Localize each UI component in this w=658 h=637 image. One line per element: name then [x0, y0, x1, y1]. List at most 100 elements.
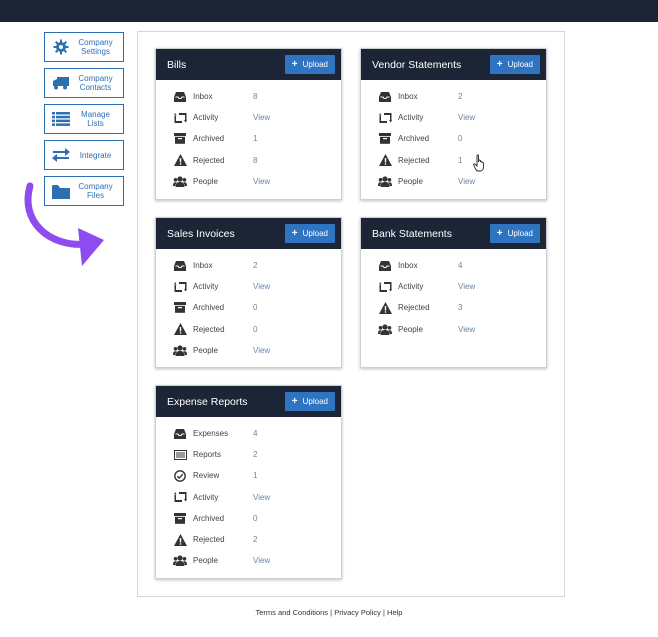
archive-icon — [173, 511, 187, 525]
row-value-link[interactable]: 0 — [458, 134, 462, 143]
card-rows: Inbox 4 Activity View Rejected 3 People View — [361, 249, 546, 346]
retweet-icon — [378, 111, 392, 125]
warning-icon — [173, 322, 187, 336]
card-bills: Bills + Upload Inbox 8 Activity View Archived… — [155, 48, 342, 200]
retweet-icon — [378, 280, 392, 294]
sidebar-item-label: Company Settings — [78, 38, 113, 56]
card-row-activity: Activity View — [156, 107, 341, 128]
row-value-link[interactable]: View — [458, 177, 475, 186]
upload-label: Upload — [302, 60, 328, 69]
row-label: Inbox — [193, 92, 213, 102]
people-icon — [173, 174, 187, 188]
plus-icon: + — [291, 228, 298, 239]
row-value-link[interactable]: View — [253, 113, 270, 122]
row-label: Archived — [398, 134, 430, 144]
row-label: Inbox — [193, 261, 213, 271]
card-row-inbox: Inbox 2 — [361, 86, 546, 107]
row-value-link[interactable]: View — [458, 282, 475, 291]
row-label: Archived — [193, 134, 225, 144]
curved-arrow-icon — [24, 182, 104, 266]
footer: Terms and Conditions | Privacy Policy | … — [0, 608, 658, 617]
plus-icon: + — [291, 396, 298, 407]
card-sales-invoices: Sales Invoices + Upload Inbox 2 Activity Vie… — [155, 217, 342, 368]
row-value-link[interactable]: View — [458, 325, 475, 334]
row-label: Inbox — [398, 261, 418, 271]
row-value-link[interactable]: 3 — [458, 303, 462, 312]
row-value-link[interactable]: 2 — [253, 261, 257, 270]
row-value-link[interactable]: View — [458, 113, 475, 122]
card-row-inbox: Inbox 4 — [361, 255, 546, 276]
footer-separator: | — [330, 608, 333, 617]
card-header: Vendor Statements + Upload — [361, 49, 546, 80]
card-title: Bank Statements — [372, 227, 452, 240]
hand-cursor-icon — [473, 154, 484, 172]
row-value-link[interactable]: 1 — [458, 156, 462, 165]
row-value-link[interactable]: 4 — [458, 261, 462, 270]
row-value-link[interactable]: 1 — [253, 134, 257, 143]
row-label: Archived — [193, 513, 225, 523]
card-row-people: People View — [156, 550, 341, 571]
inbox-icon — [173, 259, 187, 273]
card-row-people: People View — [156, 340, 341, 361]
row-value-link[interactable]: 0 — [253, 303, 257, 312]
card-expense-reports: Expense Reports + Upload Expenses 4 Reports… — [155, 385, 342, 579]
terms-link[interactable]: Terms and Conditions — [256, 608, 329, 617]
help-link[interactable]: Help — [387, 608, 402, 617]
upload-label: Upload — [302, 397, 328, 406]
inbox-icon — [173, 427, 187, 441]
row-label: Activity — [193, 282, 219, 292]
row-value-link[interactable]: 8 — [253, 156, 257, 165]
warning-icon — [378, 301, 392, 315]
upload-button[interactable]: + Upload — [284, 392, 335, 411]
card-row-archived: Archived 0 — [361, 128, 546, 149]
card-header: Bank Statements + Upload — [361, 218, 546, 249]
people-icon — [378, 322, 392, 336]
list-box-icon — [173, 448, 187, 462]
archive-icon — [173, 132, 187, 146]
card-header: Sales Invoices + Upload — [156, 218, 341, 249]
card-rows: Inbox 2 Activity View Archived 0 Rejected 1 Peop… — [361, 80, 546, 198]
inbox-icon — [378, 90, 392, 104]
row-label: Activity — [398, 282, 424, 292]
sidebar-item-company-contacts[interactable]: Company Contacts — [44, 68, 124, 98]
row-value-link[interactable]: View — [253, 282, 270, 291]
upload-button[interactable]: + Upload — [489, 55, 540, 74]
row-label: Archived — [193, 303, 225, 313]
row-value-link[interactable]: View — [253, 177, 270, 186]
row-value-link[interactable]: View — [253, 493, 270, 502]
upload-button[interactable]: + Upload — [284, 55, 335, 74]
sidebar-item-manage-lists[interactable]: Manage Lists — [44, 104, 124, 134]
row-value-link[interactable]: 0 — [253, 325, 257, 334]
row-label: Rejected — [193, 155, 225, 165]
row-value-link[interactable]: View — [253, 556, 270, 565]
card-row-expenses: Expenses 4 — [156, 423, 341, 444]
retweet-icon — [173, 280, 187, 294]
upload-button[interactable]: + Upload — [489, 224, 540, 243]
retweet-icon — [173, 490, 187, 504]
row-value-link[interactable]: 8 — [253, 92, 257, 101]
card-title: Vendor Statements — [372, 58, 462, 71]
card-row-people: People View — [156, 171, 341, 192]
sidebar-item-integrate[interactable]: Integrate — [44, 140, 124, 170]
sidebar-item-company-settings[interactable]: Company Settings — [44, 32, 124, 62]
row-label: People — [398, 324, 423, 334]
card-row-archived: Archived 1 — [156, 128, 341, 149]
row-value-link[interactable]: 2 — [253, 450, 257, 459]
card-row-archived: Archived 0 — [156, 297, 341, 318]
card-row-review: Review 1 — [156, 465, 341, 486]
privacy-link[interactable]: Privacy Policy — [334, 608, 381, 617]
row-value-link[interactable]: 2 — [458, 92, 462, 101]
upload-button[interactable]: + Upload — [284, 224, 335, 243]
row-value-link[interactable]: 2 — [253, 535, 257, 544]
row-value-link[interactable]: View — [253, 346, 270, 355]
archive-icon — [378, 132, 392, 146]
card-row-people: People View — [361, 171, 546, 192]
row-label: Reports — [193, 450, 222, 460]
card-rows: Inbox 8 Activity View Archived 1 Rejected 8 Peop… — [156, 80, 341, 198]
sidebar-item-label: Integrate — [79, 150, 112, 160]
row-value-link[interactable]: 0 — [253, 514, 257, 523]
card-row-inbox: Inbox 2 — [156, 255, 341, 276]
row-value-link[interactable]: 4 — [253, 429, 257, 438]
row-value-link[interactable]: 1 — [253, 471, 257, 480]
plus-icon: + — [496, 228, 503, 239]
